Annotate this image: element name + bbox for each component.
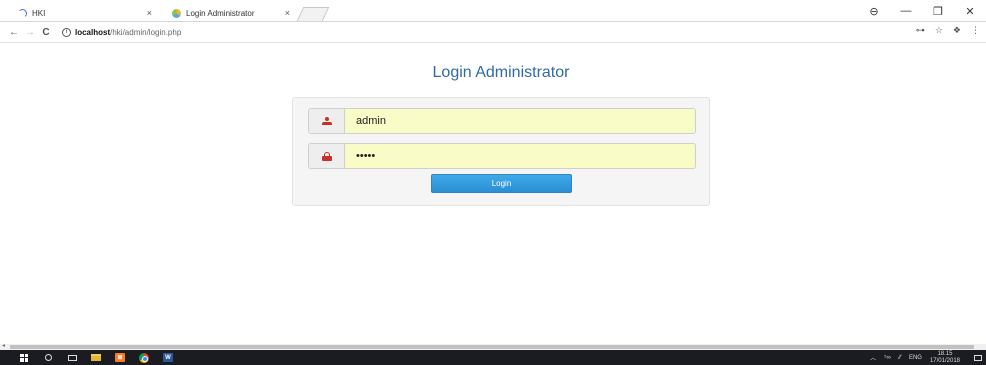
folder-icon xyxy=(91,354,101,361)
language-indicator[interactable]: ENG xyxy=(909,355,922,361)
reload-icon[interactable]: C xyxy=(38,27,54,38)
word-button[interactable]: W xyxy=(156,350,180,365)
login-panel: Login xyxy=(292,97,710,206)
browser-tabbar: HKI × Login Administrator × ⊖ — ❐ ✕ xyxy=(0,0,986,22)
minimize-icon[interactable]: — xyxy=(890,5,922,17)
clock[interactable]: 18.15 17/01/2018 xyxy=(930,351,960,365)
menu-icon[interactable]: ⋮ xyxy=(971,25,980,36)
key-icon[interactable]: ⊶ xyxy=(916,25,925,36)
password-input[interactable] xyxy=(345,144,695,168)
tab-hki[interactable]: HKI × xyxy=(4,4,160,22)
password-addon xyxy=(309,144,345,168)
chrome-button[interactable] xyxy=(132,350,156,365)
back-icon[interactable]: ← xyxy=(6,27,22,38)
windows-icon xyxy=(20,353,28,362)
favicon-icon xyxy=(172,8,181,18)
scroll-left-icon[interactable]: ◂ xyxy=(2,342,5,349)
system-tray: ︿ ⁵∞ ⁄⁄ ENG 18.15 17/01/2018 xyxy=(870,350,982,365)
star-icon[interactable]: ☆ xyxy=(935,25,943,36)
xampp-button[interactable]: ⊠ xyxy=(108,350,132,365)
address-bar: ← → C i localhost /hki/admin/login.php ⊶… xyxy=(0,22,986,43)
url-host: localhost xyxy=(75,27,111,37)
close-icon[interactable]: × xyxy=(147,8,152,18)
chrome-icon xyxy=(139,352,149,363)
clock-time: 18.15 xyxy=(937,350,953,357)
clock-date: 17/01/2018 xyxy=(929,357,960,364)
loading-icon xyxy=(18,8,27,18)
xampp-icon: ⊠ xyxy=(115,353,125,362)
login-button[interactable]: Login xyxy=(431,174,572,193)
pen-icon[interactable]: ⁄⁄ xyxy=(899,355,901,361)
page-title: Login Administrator xyxy=(432,64,570,81)
password-group xyxy=(308,143,696,169)
new-tab-button[interactable] xyxy=(296,7,330,21)
user-icon xyxy=(321,116,332,126)
toolbar-right: ⊶ ☆ ❖ ⋮ xyxy=(916,25,980,36)
info-icon[interactable]: i xyxy=(62,27,71,37)
username-input[interactable] xyxy=(345,109,695,133)
extension-icon[interactable]: ❖ xyxy=(953,25,961,36)
scrollbar-thumb[interactable] xyxy=(10,345,974,349)
word-icon: W xyxy=(163,353,173,362)
search-button[interactable] xyxy=(36,350,60,365)
forward-icon[interactable]: → xyxy=(22,27,38,38)
taskbar: ⊠ W ︿ ⁵∞ ⁄⁄ ENG 18.15 17/01/2018 xyxy=(0,350,986,365)
lock-icon xyxy=(321,151,332,161)
window-controls: ⊖ — ❐ ✕ xyxy=(858,0,986,22)
task-view-button[interactable] xyxy=(60,350,84,365)
task-view-icon xyxy=(67,354,77,361)
profile-icon[interactable]: ⊖ xyxy=(858,5,890,18)
notification-icon[interactable] xyxy=(974,354,982,361)
username-addon xyxy=(309,109,345,133)
start-button[interactable] xyxy=(12,350,36,365)
maximize-icon[interactable]: ❐ xyxy=(922,5,954,18)
url-path: /hki/admin/login.php xyxy=(110,27,182,37)
chevron-up-icon[interactable]: ︿ xyxy=(870,353,876,362)
file-explorer-button[interactable] xyxy=(84,350,108,365)
window-close-icon[interactable]: ✕ xyxy=(954,5,986,18)
close-icon[interactable]: × xyxy=(285,8,290,18)
tab-title: HKI xyxy=(32,8,46,18)
tab-login-administrator[interactable]: Login Administrator × xyxy=(158,4,298,22)
username-group xyxy=(308,108,696,134)
tab-title: Login Administrator xyxy=(186,8,255,18)
network-icon[interactable]: ⁵∞ xyxy=(884,355,891,361)
url-input[interactable]: i localhost /hki/admin/login.php xyxy=(62,24,950,40)
search-icon xyxy=(44,354,52,361)
